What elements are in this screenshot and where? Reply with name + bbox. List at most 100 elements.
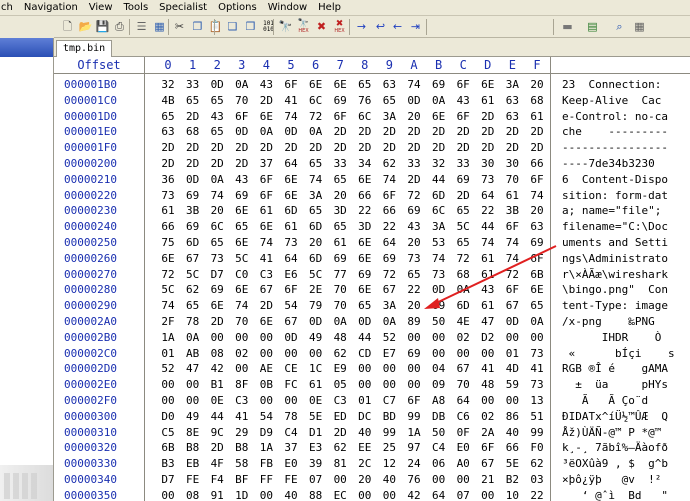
hex-byte[interactable]: 5E [502, 456, 522, 472]
hex-byte[interactable]: 6D [306, 219, 326, 235]
hex-byte[interactable]: 41 [256, 251, 276, 267]
hex-byte[interactable]: 3B [502, 203, 522, 219]
hex-byte[interactable]: 01 [158, 346, 178, 362]
hex-byte[interactable]: ED [330, 409, 350, 425]
hex-byte[interactable]: 6B [527, 267, 547, 283]
hex-byte[interactable]: 52 [158, 361, 178, 377]
hex-byte[interactable]: 00 [355, 377, 375, 393]
hex-byte[interactable]: 63 [502, 93, 522, 109]
forward-icon[interactable]: ← [390, 19, 405, 34]
hex-byte[interactable]: 2D [232, 156, 252, 172]
hex-row[interactable]: 000001F0 2D 2D 2D 2D 2D 2D 2D 2D 2D 2D 2D 2D 2D 2D 2D 2D… [54, 140, 690, 156]
ascii-text[interactable]: ×þô¿ÿþ @v !² [562, 472, 690, 488]
hex-byte[interactable]: 6F [404, 393, 424, 409]
hex-byte[interactable]: 2D [478, 140, 498, 156]
hex-byte[interactable]: 6D [453, 298, 473, 314]
hex-byte[interactable]: 6F [527, 251, 547, 267]
hex-byte[interactable]: 00 [379, 488, 399, 501]
hex-byte[interactable]: 47 [183, 361, 203, 377]
hex-byte[interactable]: 81 [330, 456, 350, 472]
hex-row[interactable]: 000002B0 1A 0A 00 00 00 0D 49 48 44 52 00 00 02 D2 00 00… [54, 330, 690, 346]
hex-row[interactable]: 00000290 74 65 6E 74 2D 54 79 70 65 3A 20 69 6D 61 67 65… [54, 298, 690, 314]
hex-byte[interactable]: 02 [478, 409, 498, 425]
hex-byte[interactable]: 4D [502, 361, 522, 377]
hex-byte[interactable]: 32 [158, 77, 178, 93]
hex-byte[interactable]: 2D [379, 124, 399, 140]
hex-row[interactable]: 000001D0 65 2D 43 6F 6E 74 72 6F 6C 3A 20 6E 6F 2D 63 61… [54, 109, 690, 125]
hex-byte[interactable]: 05 [330, 377, 350, 393]
hex-byte[interactable]: 40 [379, 472, 399, 488]
hex-row[interactable]: 00000310 C5 8E 9C 29 D9 C4 D1 2D 40 99 1A 50 0F 2A 40 99… [54, 425, 690, 441]
hex-byte[interactable]: 51 [527, 409, 547, 425]
hex-byte[interactable]: 6E [207, 298, 227, 314]
hex-byte[interactable]: C5 [158, 425, 178, 441]
open-folder-icon[interactable]: 📂 [78, 19, 93, 34]
hex-byte[interactable]: 61 [502, 188, 522, 204]
hex-byte[interactable]: 68 [527, 93, 547, 109]
hex-byte[interactable]: 2D [183, 140, 203, 156]
hex-byte[interactable]: 65 [527, 298, 547, 314]
hex-byte[interactable]: 62 [330, 440, 350, 456]
hex-byte[interactable]: 03 [527, 472, 547, 488]
hex-byte[interactable]: 65 [306, 203, 326, 219]
copy-block-icon[interactable]: ❑ [225, 19, 240, 34]
hex-byte[interactable]: 63 [379, 77, 399, 93]
hex-byte[interactable]: 6E [355, 235, 375, 251]
hex-byte[interactable]: 00 [478, 393, 498, 409]
hex-byte[interactable]: 0D [183, 172, 203, 188]
hex-byte[interactable]: FE [281, 472, 301, 488]
goto-sector-icon[interactable]: ⇥ [408, 19, 423, 34]
hex-byte[interactable]: 0D [355, 314, 375, 330]
hex-byte[interactable]: 1A [404, 425, 424, 441]
hex-byte[interactable]: C0 [232, 267, 252, 283]
hex-byte[interactable]: 00 [453, 472, 473, 488]
hex-byte[interactable]: 0E [306, 393, 326, 409]
hex-byte[interactable]: BD [379, 409, 399, 425]
hex-byte[interactable]: D7 [158, 472, 178, 488]
hex-byte[interactable]: 6E [158, 251, 178, 267]
hex-byte[interactable]: 34 [355, 156, 375, 172]
hex-byte[interactable]: 01 [355, 393, 375, 409]
hex-row[interactable]: 00000300 D0 49 44 41 54 78 5E ED DC BD 99 DB C6 02 86 51… [54, 409, 690, 425]
hex-byte[interactable]: 43 [404, 219, 424, 235]
tab-tmp-bin[interactable]: tmp.bin [56, 40, 113, 57]
hex-byte[interactable]: 67 [281, 314, 301, 330]
hex-byte[interactable]: 20 [527, 77, 547, 93]
hex-byte[interactable]: 0B [256, 377, 276, 393]
ascii-text[interactable]: k¸-¸ 7ãbî%—Äàofð [562, 440, 690, 456]
hex-byte[interactable]: 99 [527, 425, 547, 441]
hex-byte[interactable]: AE [256, 361, 276, 377]
hex-byte[interactable]: FF [256, 472, 276, 488]
hex-row[interactable]: 00000200 2D 2D 2D 2D 37 64 65 33 34 62 33 32 33 30 30 66… [54, 156, 690, 172]
find-icon[interactable]: 🔭 [278, 19, 293, 34]
hex-byte[interactable]: 00 [158, 377, 178, 393]
hex-byte[interactable]: 6D [281, 203, 301, 219]
ascii-text[interactable]: « bÍçi s [562, 346, 690, 362]
hex-byte[interactable]: 0D [306, 314, 326, 330]
ascii-text[interactable]: ‘ @ˆì Bd " [562, 488, 690, 501]
hex-byte[interactable]: 0D [429, 282, 449, 298]
hex-byte[interactable]: 67 [502, 298, 522, 314]
hex-byte[interactable]: 07 [306, 472, 326, 488]
hex-byte[interactable]: 49 [306, 330, 326, 346]
hex-byte[interactable]: D7 [207, 267, 227, 283]
hex-byte[interactable]: 73 [527, 377, 547, 393]
hex-byte[interactable]: 64 [453, 393, 473, 409]
hex-byte[interactable]: 42 [404, 488, 424, 501]
hex-byte[interactable]: 72 [306, 109, 326, 125]
hex-byte[interactable]: 69 [232, 188, 252, 204]
hex-byte[interactable]: 63 [502, 109, 522, 125]
hex-byte[interactable]: 72 [453, 251, 473, 267]
hex-byte[interactable]: 3B [183, 203, 203, 219]
ascii-text[interactable]: ----7de34b3230 [562, 156, 690, 172]
hex-byte[interactable]: 2D [207, 140, 227, 156]
hex-byte[interactable]: FE [183, 472, 203, 488]
hex-byte[interactable]: 2D [232, 140, 252, 156]
hex-byte[interactable]: 08 [207, 346, 227, 362]
hex-byte[interactable]: 6C [207, 219, 227, 235]
hex-byte[interactable]: 00 [527, 330, 547, 346]
hex-byte[interactable]: 2D [453, 140, 473, 156]
hex-byte[interactable]: 65 [404, 267, 424, 283]
hex-byte[interactable]: 69 [207, 282, 227, 298]
hex-byte[interactable]: 00 [404, 377, 424, 393]
